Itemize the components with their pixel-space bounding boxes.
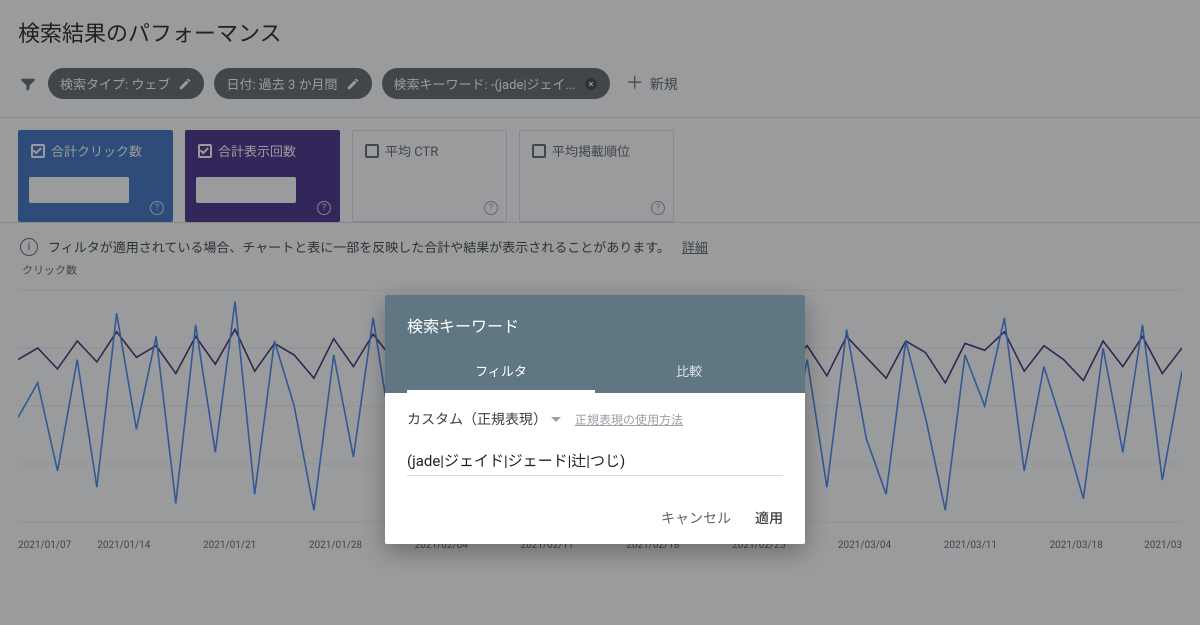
- modal-tabs: フィルタ 比較: [407, 351, 783, 393]
- select-label: カスタム（正規表現）: [407, 409, 547, 429]
- match-type-select[interactable]: カスタム（正規表現）: [407, 409, 561, 429]
- modal-header: 検索キーワード フィルタ 比較: [385, 295, 805, 393]
- cancel-button[interactable]: キャンセル: [661, 508, 731, 528]
- chevron-down-icon: [551, 417, 561, 427]
- modal-title: 検索キーワード: [407, 313, 783, 351]
- tab-filter[interactable]: フィルタ: [407, 351, 595, 393]
- query-filter-modal: 検索キーワード フィルタ 比較 カスタム（正規表現） 正規表現の使用方法 キャン…: [385, 295, 805, 544]
- modal-actions: キャンセル 適用: [385, 484, 805, 544]
- tab-compare[interactable]: 比較: [595, 351, 783, 393]
- page-root: 検索結果のパフォーマンス 検索タイプ: ウェブ 日付: 過去 3 か月間 検索キ…: [0, 0, 1200, 625]
- apply-button[interactable]: 適用: [755, 508, 783, 528]
- modal-body: カスタム（正規表現） 正規表現の使用方法: [385, 393, 805, 484]
- regex-help-link[interactable]: 正規表現の使用方法: [575, 411, 683, 428]
- query-input[interactable]: [407, 447, 783, 476]
